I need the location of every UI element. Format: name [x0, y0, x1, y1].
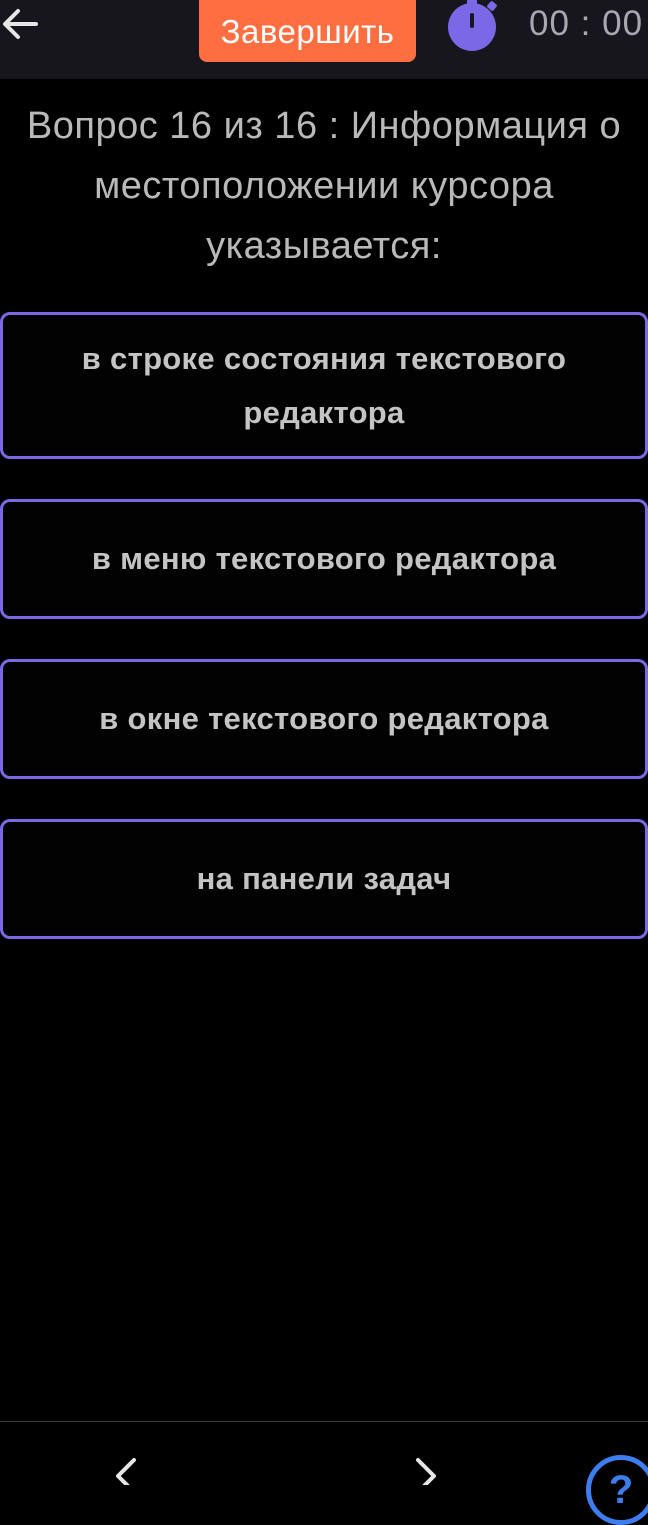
question-text: Вопрос 16 из 16 : Информация о местополо… [26, 105, 622, 267]
chevron-right-icon [416, 1458, 436, 1494]
answer-option-label: на панели задач [196, 861, 452, 896]
answer-option-label: в меню текстового редактора [91, 541, 557, 576]
chevron-left-icon [116, 1458, 136, 1494]
answer-option-4[interactable]: на панели задач [0, 819, 648, 939]
finish-button[interactable]: Завершить [199, 0, 416, 62]
timer-readout: 00 : 00 [529, 4, 644, 43]
question-mark-icon: ? [608, 1468, 634, 1512]
answer-option-2[interactable]: в меню текстового редактора [0, 499, 648, 619]
back-button[interactable] [0, 2, 44, 46]
help-button[interactable]: ? [586, 1455, 648, 1525]
stopwatch-icon [444, 0, 502, 56]
arrow-left-icon [3, 9, 38, 39]
bottom-divider [0, 1421, 648, 1422]
top-bar: Завершить 00 : 00 [0, 0, 648, 79]
answer-option-label: в строке состояния текстового редактора [81, 340, 567, 430]
next-question-button[interactable] [404, 1452, 448, 1494]
answer-option-3[interactable]: в окне текстового редактора [0, 659, 648, 779]
answer-option-label: в окне текстового редактора [99, 701, 549, 736]
answer-option-1[interactable]: в строке состояния текстового редактора [0, 312, 648, 459]
previous-question-button[interactable] [104, 1452, 148, 1494]
